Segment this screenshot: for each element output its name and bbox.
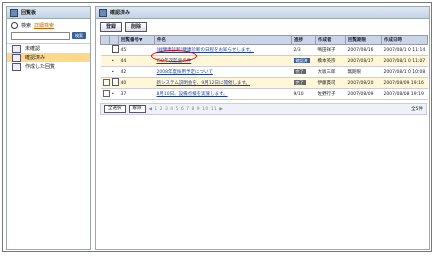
column-header — [100, 35, 110, 45]
row-number: 37 — [118, 88, 155, 100]
row-author: 伊藤貫司 — [315, 77, 346, 89]
sidebar-item-unconfirmed[interactable]: 未確認 — [7, 44, 90, 53]
search-icon — [11, 22, 18, 29]
attachment-cell — [109, 77, 119, 89]
bullet-cell: • — [109, 66, 119, 78]
sidebar-item-label: 確認済み — [25, 55, 46, 61]
row-created: 2007/08/1 0 10:08 — [381, 66, 428, 78]
row-created: 2007/08/1 0 11:07 — [381, 55, 428, 67]
table-row: 45 [緑健康診断]健康診断の日程をお知らせします。 2/3 鳴田祥子 2007… — [100, 44, 428, 56]
pager-bar: 全選択 解除 ◀ 1 2 3 4 5 6 7 8 9 10 11 ▶ 全5件 — [100, 103, 427, 115]
row-subject-link[interactable]: 新システム説明会を、9月12日に開催します。 — [157, 81, 251, 86]
sidebar-nav: 未確認 確認済み 作成した回覧 — [7, 43, 90, 71]
sidebar-header: 回覧板 — [7, 7, 90, 19]
row-subject-link[interactable]: 2008年度採用予定について — [157, 70, 213, 75]
window-frame: 回覧板 検索 詳細検索 検索 未確認 確認済み 作成した回覧 確認済み 登録 削… — [2, 2, 432, 252]
attachment-cell — [109, 44, 119, 56]
panel-icon — [99, 8, 107, 17]
search-label: 検索 — [21, 23, 32, 29]
row-author: 鳴田祥子 — [315, 44, 346, 56]
circular-board-icon — [10, 8, 18, 17]
folder-icon — [12, 44, 21, 53]
bullet-cell: • — [109, 55, 119, 67]
column-header — [109, 35, 119, 45]
row-number: 45 — [118, 44, 155, 56]
column-header-due[interactable]: 回覧期限 — [345, 35, 382, 45]
column-header-created[interactable]: 作成日時 — [381, 35, 428, 45]
row-checkbox-cell — [100, 66, 110, 78]
row-checkbox-cell — [100, 55, 110, 67]
row-created: 2007/08/09 19:16 — [381, 77, 428, 89]
row-created: 2007/08/1 0 11:14 — [381, 44, 428, 56]
row-progress: 9/10 — [291, 88, 316, 100]
advanced-search-link[interactable]: 詳細検索 — [34, 22, 54, 29]
column-header-number[interactable]: 回覧番号▼ — [118, 35, 155, 45]
document-icon — [111, 45, 119, 53]
row-author: 佐野行子 — [315, 88, 346, 100]
table-header: 回覧番号▼ 件名 進捗 作成者 回覧期限 作成日時 — [100, 35, 428, 45]
row-number: 44 — [118, 55, 155, 67]
main-panel: 確認済み 登録 削除 回覧番号▼ 件名 進捗 作成者 回覧期限 作成日時 45 … — [95, 6, 430, 250]
status-badge: 確認済 — [293, 58, 310, 63]
row-checkbox[interactable] — [102, 78, 110, 86]
row-checkbox[interactable] — [102, 89, 110, 97]
row-subject-link[interactable]: 8月10日、設備点検を実施します。 — [157, 92, 228, 97]
search-box: 検索 — [11, 32, 86, 40]
column-header-progress[interactable]: 進捗 — [291, 35, 316, 45]
bullet-cell: • — [109, 88, 119, 100]
row-due: 無期限 — [345, 66, 382, 78]
page-title: 確認済み — [110, 10, 131, 16]
sidebar-title: 回覧板 — [21, 10, 37, 16]
row-number: 42 — [118, 66, 155, 78]
column-header-author[interactable]: 作成者 — [315, 35, 346, 45]
sidebar-item-confirmed[interactable]: 確認済み — [7, 53, 90, 62]
toolbar: 登録 削除 — [96, 19, 429, 35]
column-header-subject[interactable]: 件名 — [154, 35, 292, 45]
register-button[interactable]: 登録 — [100, 22, 123, 32]
result-count: 全5件 — [411, 107, 423, 112]
row-checkbox-cell — [100, 44, 110, 56]
delete-button[interactable]: 削除 — [125, 22, 148, 32]
table-row: • 37 8月10日、設備点検を実施します。 9/10 佐野行子 2007/08… — [100, 88, 428, 100]
row-author: 橋本英宗 — [315, 55, 346, 67]
sidebar-item-label: 作成した回覧 — [25, 64, 56, 70]
table-row: • 42 2008年度採用予定について 完了 大坂三郎 無期限 2007/08/… — [100, 66, 428, 78]
row-due: 2007/08/20 — [345, 77, 382, 89]
search-button[interactable]: 検索 — [72, 32, 86, 39]
document-icon — [111, 78, 119, 86]
folder-check-icon — [12, 53, 21, 62]
row-due: 2007/08/16 — [345, 44, 382, 56]
highlight-ellipse — [151, 50, 197, 62]
pagination[interactable]: ◀ 1 2 3 4 5 6 7 8 9 10 11 ▶ — [149, 107, 224, 112]
main-header: 確認済み — [96, 7, 429, 19]
folder-edit-icon — [12, 62, 21, 71]
table-row: 40 新システム説明会を、9月12日に開催します。 完了 伊藤貫司 2007/0… — [100, 77, 428, 89]
sidebar-item-created[interactable]: 作成した回覧 — [7, 62, 90, 71]
search-row: 検索 詳細検索 — [7, 19, 90, 30]
sidebar-item-label: 未確認 — [25, 46, 41, 52]
row-author: 大坂三郎 — [315, 66, 346, 78]
sidebar: 回覧板 検索 詳細検索 検索 未確認 確認済み 作成した回覧 — [6, 6, 91, 250]
deselect-button[interactable]: 解除 — [128, 105, 146, 113]
row-progress: 2/3 — [291, 44, 316, 56]
row-created: 2007/08/08 19:19 — [381, 88, 428, 100]
search-input[interactable] — [11, 32, 70, 40]
row-number: 40 — [118, 77, 155, 89]
select-all-button[interactable]: 全選択 — [104, 105, 126, 113]
row-due: 2007/08/17 — [345, 55, 382, 67]
status-badge: 完了 — [293, 80, 306, 85]
table-row: • 44 ISO年次監査の件 確認済 橋本英宗 2007/08/17 2007/… — [100, 55, 428, 67]
row-due: 2007/08/09 — [345, 88, 382, 100]
circular-table: 回覧番号▼ 件名 進捗 作成者 回覧期限 作成日時 45 [緑健康診断]健康診断… — [100, 35, 428, 100]
status-badge: 完了 — [293, 69, 306, 74]
